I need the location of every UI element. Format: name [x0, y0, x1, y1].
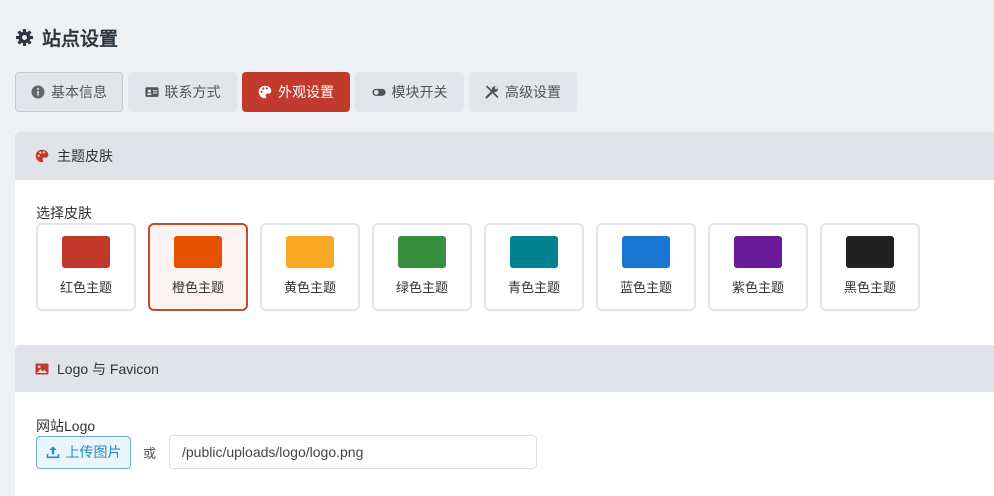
- tab-basic-info[interactable]: 基本信息: [15, 72, 123, 112]
- skin-swatch: [622, 236, 670, 268]
- site-logo-label: 网站Logo: [36, 418, 96, 434]
- tab-label: 联系方式: [164, 84, 221, 100]
- tab-contact[interactable]: 联系方式: [128, 72, 237, 112]
- skin-option-red[interactable]: 红色主题: [36, 223, 136, 311]
- tab-label: 基本信息: [51, 84, 107, 100]
- skin-swatch: [62, 236, 110, 268]
- section-title: Logo 与 Favicon: [57, 360, 159, 377]
- logo-favicon-card: Logo 与 Favicon 网站Logo 上传图片 或: [15, 345, 994, 496]
- skin-swatch: [174, 236, 222, 268]
- palette-icon: [35, 149, 49, 163]
- tab-module-switch[interactable]: 模块开关: [355, 72, 464, 112]
- skin-option-black[interactable]: 黑色主题: [820, 223, 920, 311]
- skin-name: 青色主题: [507, 280, 560, 295]
- info-circle-icon: [31, 85, 45, 99]
- skin-swatch: [286, 236, 334, 268]
- skin-option-purple[interactable]: 紫色主题: [708, 223, 808, 311]
- skin-name: 黄色主题: [283, 280, 336, 295]
- skin-swatch: [846, 236, 894, 268]
- skin-option-green[interactable]: 绿色主题: [372, 223, 472, 311]
- gear-icon: [15, 28, 34, 46]
- palette-icon: [258, 85, 272, 99]
- tab-label: 高级设置: [505, 84, 561, 100]
- image-icon: [35, 363, 49, 374]
- upload-image-label: 上传图片: [65, 444, 122, 460]
- tab-label: 外观设置: [278, 84, 334, 100]
- skin-name: 绿色主题: [395, 280, 448, 295]
- upload-icon: [46, 446, 59, 459]
- tools-icon: [485, 85, 499, 99]
- tab-label: 模块开关: [391, 84, 448, 100]
- skin-option-cyan[interactable]: 青色主题: [484, 223, 584, 311]
- skin-option-blue[interactable]: 蓝色主题: [596, 223, 696, 311]
- skin-swatch: [510, 236, 558, 268]
- skin-swatch: [734, 236, 782, 268]
- logo-upload-row: 上传图片 或: [36, 435, 537, 469]
- id-card-icon: [144, 87, 159, 97]
- toggle-icon: [371, 88, 386, 96]
- skin-name: 紫色主题: [731, 280, 784, 295]
- skin-swatch: [398, 236, 446, 268]
- skin-option-yellow[interactable]: 黄色主题: [260, 223, 360, 311]
- skin-name: 黑色主题: [843, 280, 896, 295]
- theme-skin-card: 主题皮肤 选择皮肤 红色主题 橙色主题 黄色主题 绿色主题 青色主题 蓝色主题: [15, 132, 994, 345]
- tab-appearance[interactable]: 外观设置: [242, 72, 350, 112]
- skin-name: 红色主题: [59, 280, 112, 295]
- upload-image-button[interactable]: 上传图片: [36, 435, 131, 469]
- theme-skin-header: 主题皮肤: [15, 132, 994, 180]
- skin-option-orange[interactable]: 橙色主题: [148, 223, 248, 311]
- logo-path-input[interactable]: [169, 435, 537, 469]
- or-separator: 或: [143, 445, 157, 461]
- skin-name: 蓝色主题: [619, 280, 672, 295]
- section-title: 主题皮肤: [57, 148, 113, 164]
- skin-name: 橙色主题: [171, 280, 224, 295]
- skin-options: 红色主题 橙色主题 黄色主题 绿色主题 青色主题 蓝色主题 紫色主题 黑色主题: [36, 223, 920, 311]
- logo-favicon-header: Logo 与 Favicon: [15, 345, 994, 392]
- page-title: 站点设置: [15, 24, 118, 50]
- page-title-text: 站点设置: [42, 28, 119, 50]
- tab-advanced[interactable]: 高级设置: [469, 72, 577, 112]
- choose-skin-label: 选择皮肤: [36, 205, 92, 221]
- settings-tabs: 基本信息 联系方式 外观设置 模块开关 高级设置: [15, 72, 577, 112]
